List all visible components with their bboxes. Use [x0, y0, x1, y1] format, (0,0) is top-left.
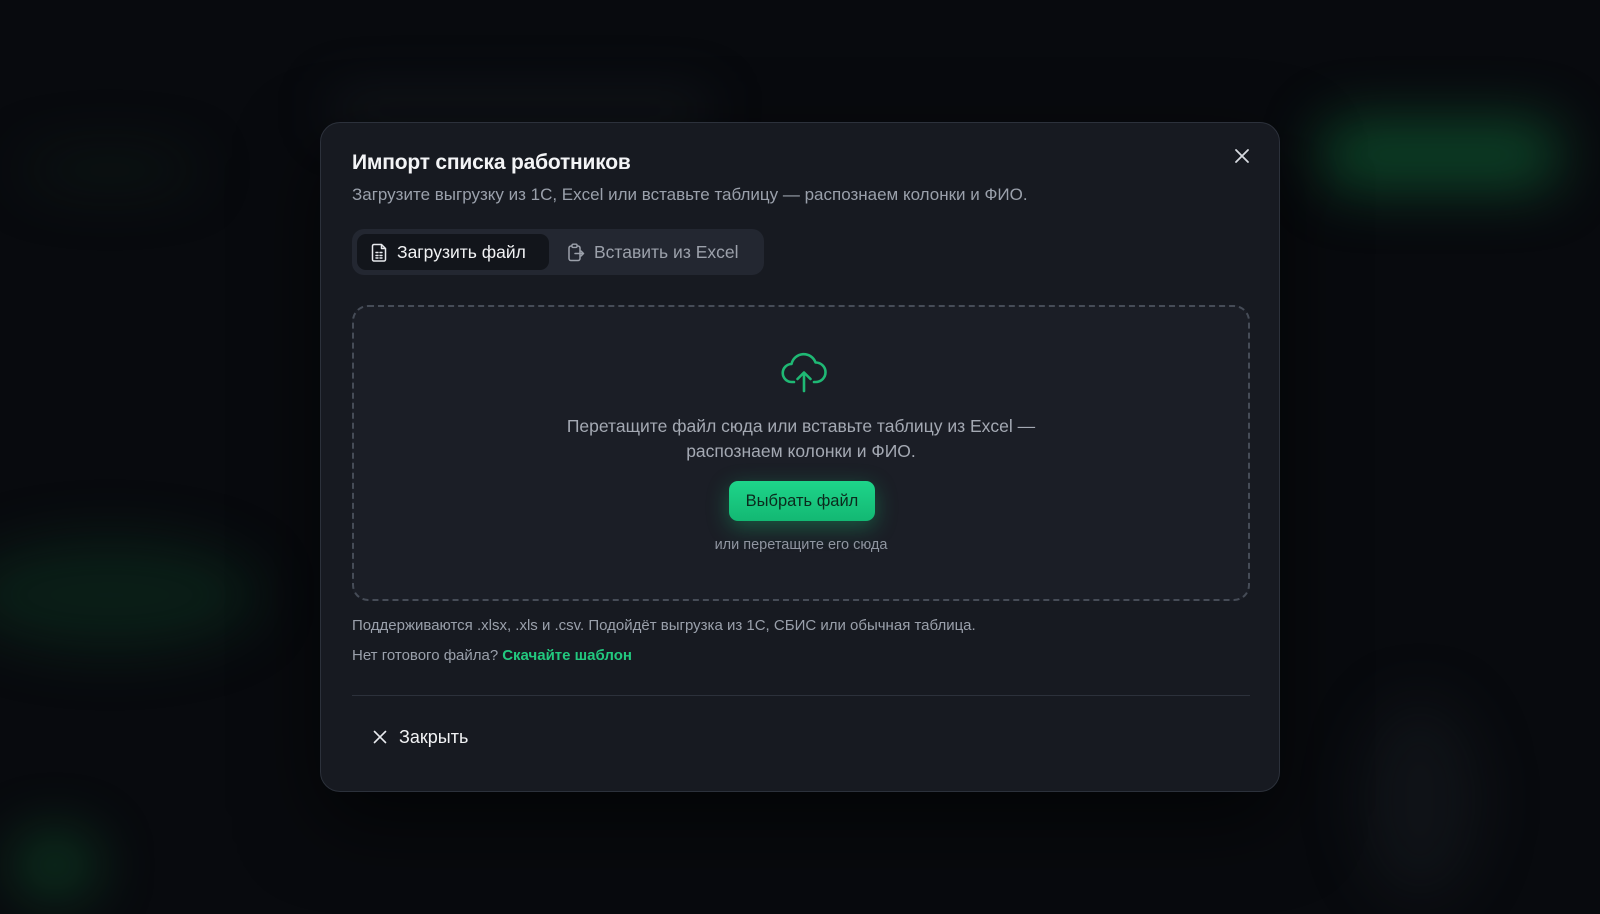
close-dialog-button[interactable] [1231, 145, 1253, 167]
tab-upload-file-label: Загрузить файл [397, 241, 526, 262]
cloud-upload-icon [781, 352, 827, 393]
close-button-label: Закрыть [399, 726, 469, 747]
choose-file-button[interactable]: Выбрать файл [729, 481, 875, 521]
backdrop-blur-accent [10, 830, 100, 900]
supported-formats-note: Поддерживаются .xlsx, .xls и .csv. Подой… [352, 617, 976, 634]
backdrop-blur-accent [0, 540, 260, 650]
dropzone-text-line1: Перетащите файл сюда или вставьте таблиц… [566, 416, 1036, 436]
backdrop-blur-shape [330, 95, 710, 125]
close-icon [1235, 149, 1249, 163]
dialog-title: Импорт списка работников [352, 151, 631, 174]
dropzone-hint: или перетащите его сюда [714, 537, 888, 553]
backdrop-blur-accent [1320, 120, 1560, 190]
backdrop-blur-shape [20, 150, 200, 190]
import-dialog: Импорт списка работников Загрузите выгру… [320, 122, 1280, 792]
close-button[interactable]: Закрыть [373, 717, 468, 757]
import-mode-tabs: Загрузить файл Вставить из Excel [352, 229, 764, 275]
tab-upload-file[interactable]: Загрузить файл [357, 234, 549, 270]
dropzone-instructions: Перетащите файл сюда или вставьте таблиц… [354, 414, 1248, 464]
template-prompt: Нет готового файла? [352, 647, 499, 664]
backdrop-blur-shape [1360, 700, 1480, 900]
download-template-link[interactable]: Скачайте шаблон [502, 647, 632, 664]
close-icon [373, 730, 387, 744]
file-dropzone[interactable]: Перетащите файл сюда или вставьте таблиц… [352, 305, 1250, 601]
tab-paste-excel[interactable]: Вставить из Excel [553, 234, 753, 270]
template-note: Нет готового файла? Скачайте шаблон [352, 647, 632, 664]
dropzone-text-line2: распознаем колонки и ФИО. [686, 441, 916, 461]
clipboard-icon [568, 243, 585, 261]
file-spreadsheet-icon [371, 243, 387, 262]
footer-divider [352, 695, 1250, 696]
tab-paste-excel-label: Вставить из Excel [594, 241, 739, 262]
dialog-subtitle: Загрузите выгрузку из 1С, Excel или вста… [352, 185, 1028, 204]
